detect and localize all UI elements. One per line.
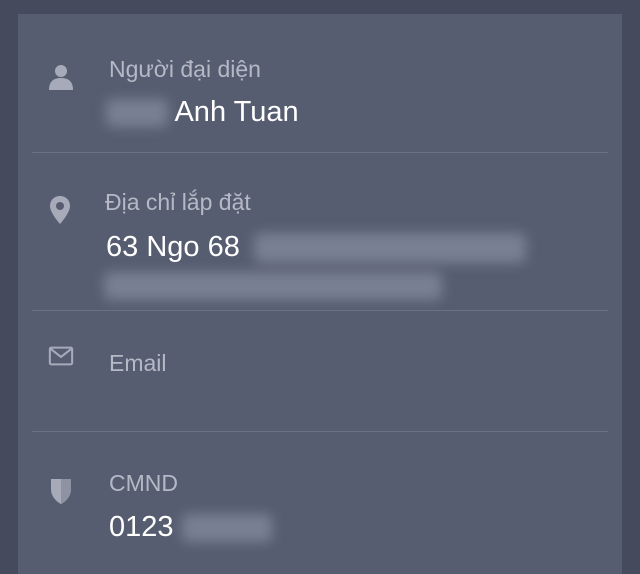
- email-label: Email: [109, 350, 167, 376]
- email-row[interactable]: Email: [18, 311, 622, 431]
- id-number-label: CMND: [109, 470, 178, 496]
- mail-icon: [48, 341, 74, 371]
- redacted-text: [104, 272, 442, 301]
- contact-info-card: Người đại diện Anh Tuan Địa chỉ lắp đặt …: [18, 14, 622, 574]
- representative-value: Anh Tuan: [106, 96, 299, 129]
- representative-label: Người đại diện: [109, 56, 261, 82]
- address-text: 63 Ngo 68: [106, 231, 240, 263]
- redacted-text: [253, 233, 526, 264]
- address-value-line2: [104, 269, 442, 302]
- id-number-row[interactable]: CMND 0123: [18, 432, 622, 572]
- id-number-text: 0123: [109, 511, 174, 543]
- redacted-text: [106, 99, 168, 128]
- representative-row[interactable]: Người đại diện Anh Tuan: [18, 14, 622, 152]
- redacted-text: [181, 514, 272, 543]
- location-pin-icon: [47, 195, 73, 225]
- id-number-value: 0123: [109, 511, 272, 544]
- shield-icon: [48, 476, 74, 506]
- representative-name: Anh Tuan: [174, 96, 299, 128]
- address-label: Địa chỉ lắp đặt: [105, 189, 251, 215]
- address-value-line1: 63 Ngo 68: [106, 231, 526, 264]
- user-icon: [48, 62, 74, 92]
- address-row[interactable]: Địa chỉ lắp đặt 63 Ngo 68: [18, 153, 622, 310]
